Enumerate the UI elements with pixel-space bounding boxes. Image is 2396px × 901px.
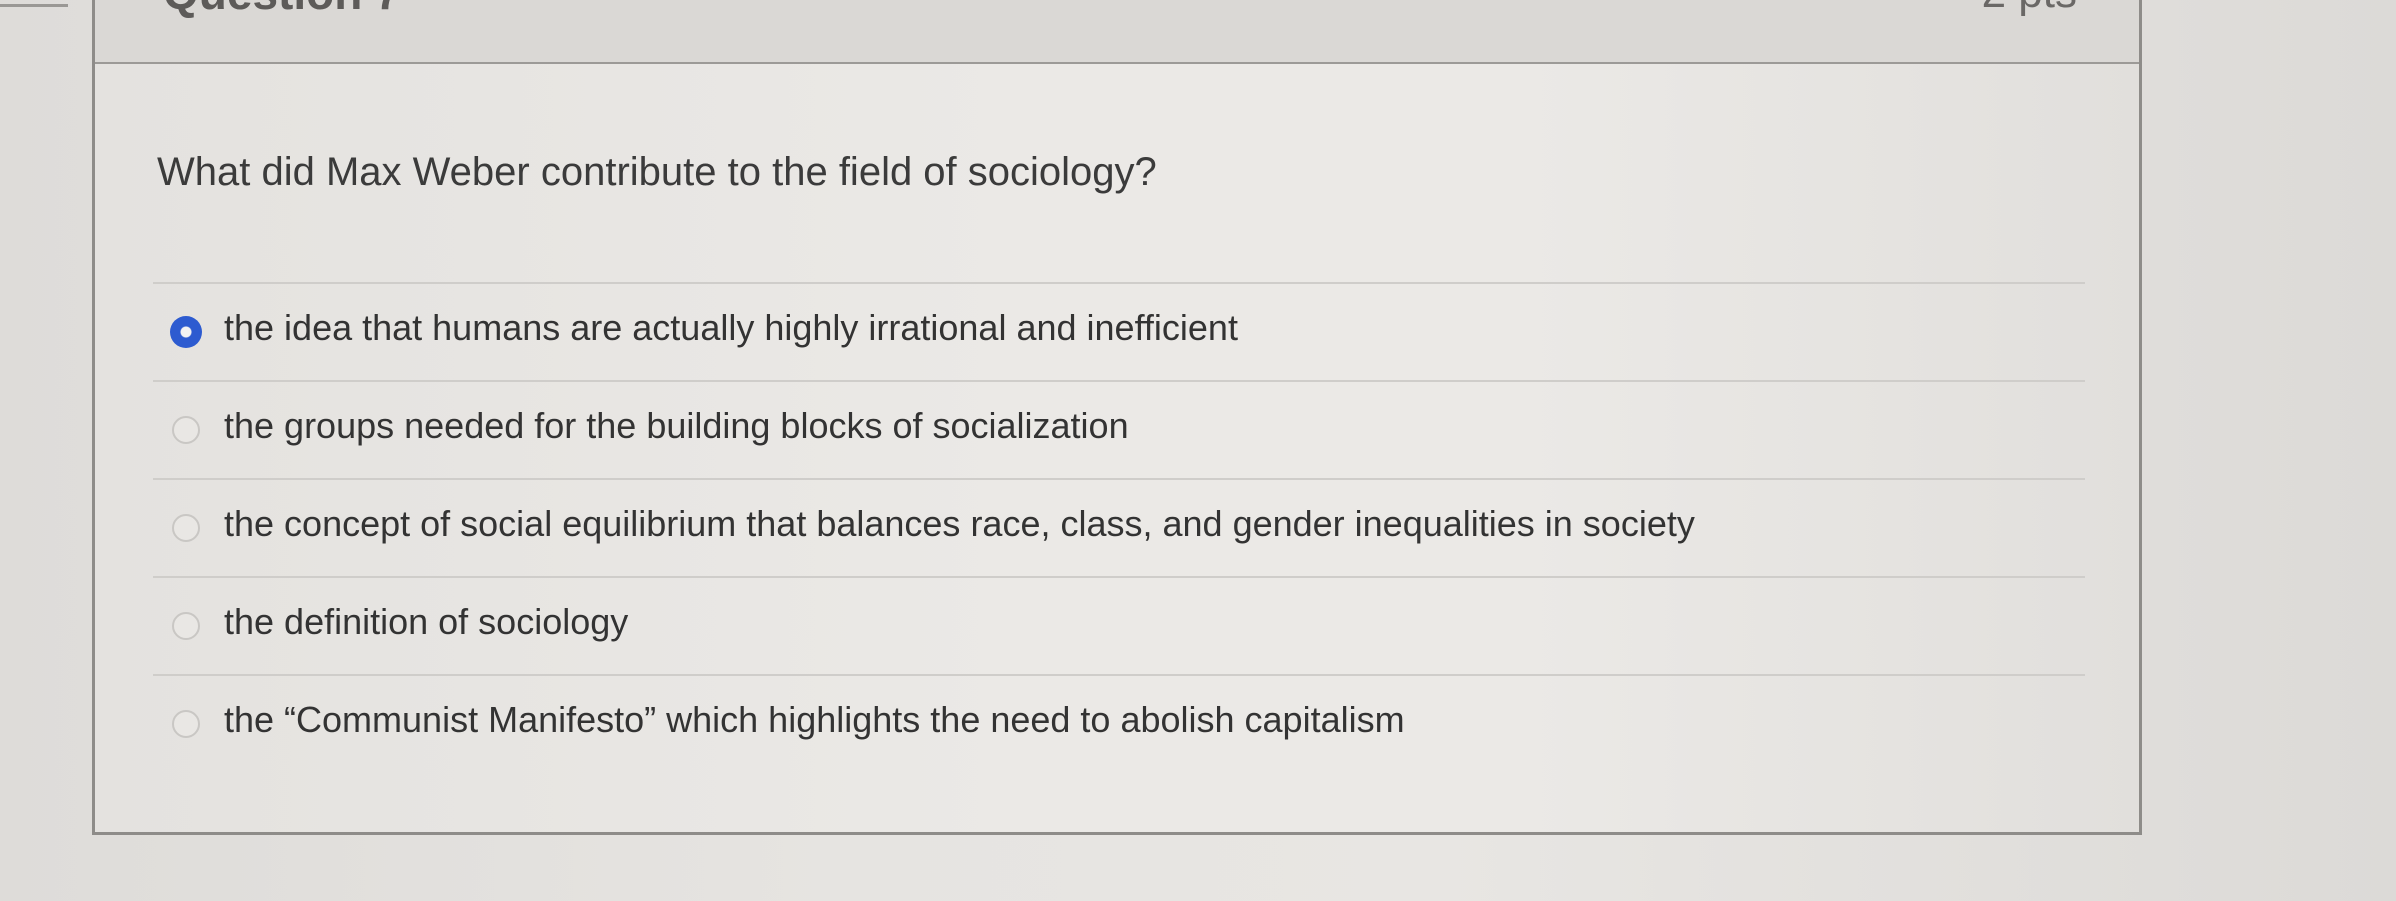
page-left-divider: [0, 0, 68, 7]
answer-label[interactable]: the definition of sociology: [224, 601, 628, 643]
question-header: Question 7 2 pts: [95, 0, 2139, 64]
question-text: What did Max Weber contribute to the fie…: [157, 150, 1157, 194]
answer-list: the idea that humans are actually highly…: [153, 282, 2085, 772]
radio-button[interactable]: [172, 514, 200, 542]
radio-button[interactable]: [172, 710, 200, 738]
question-points: 2 pts: [1982, 0, 2077, 18]
answer-option-4[interactable]: the definition of sociology: [153, 576, 2085, 674]
answer-option-1[interactable]: the idea that humans are actually highly…: [153, 282, 2085, 380]
answer-label[interactable]: the groups needed for the building block…: [224, 405, 1129, 447]
answer-label[interactable]: the “Communist Manifesto” which highligh…: [224, 699, 1405, 741]
answer-label[interactable]: the concept of social equilibrium that b…: [224, 503, 1695, 545]
answer-option-3[interactable]: the concept of social equilibrium that b…: [153, 478, 2085, 576]
answer-option-2[interactable]: the groups needed for the building block…: [153, 380, 2085, 478]
answer-label[interactable]: the idea that humans are actually highly…: [224, 307, 1238, 349]
radio-button[interactable]: [172, 416, 200, 444]
question-card: Question 7 2 pts What did Max Weber cont…: [92, 0, 2142, 835]
answer-option-5[interactable]: the “Communist Manifesto” which highligh…: [153, 674, 2085, 772]
radio-button-selected[interactable]: [170, 316, 202, 348]
page: Question 7 2 pts What did Max Weber cont…: [0, 0, 2396, 901]
radio-button[interactable]: [172, 612, 200, 640]
question-title: Question 7: [163, 0, 401, 20]
